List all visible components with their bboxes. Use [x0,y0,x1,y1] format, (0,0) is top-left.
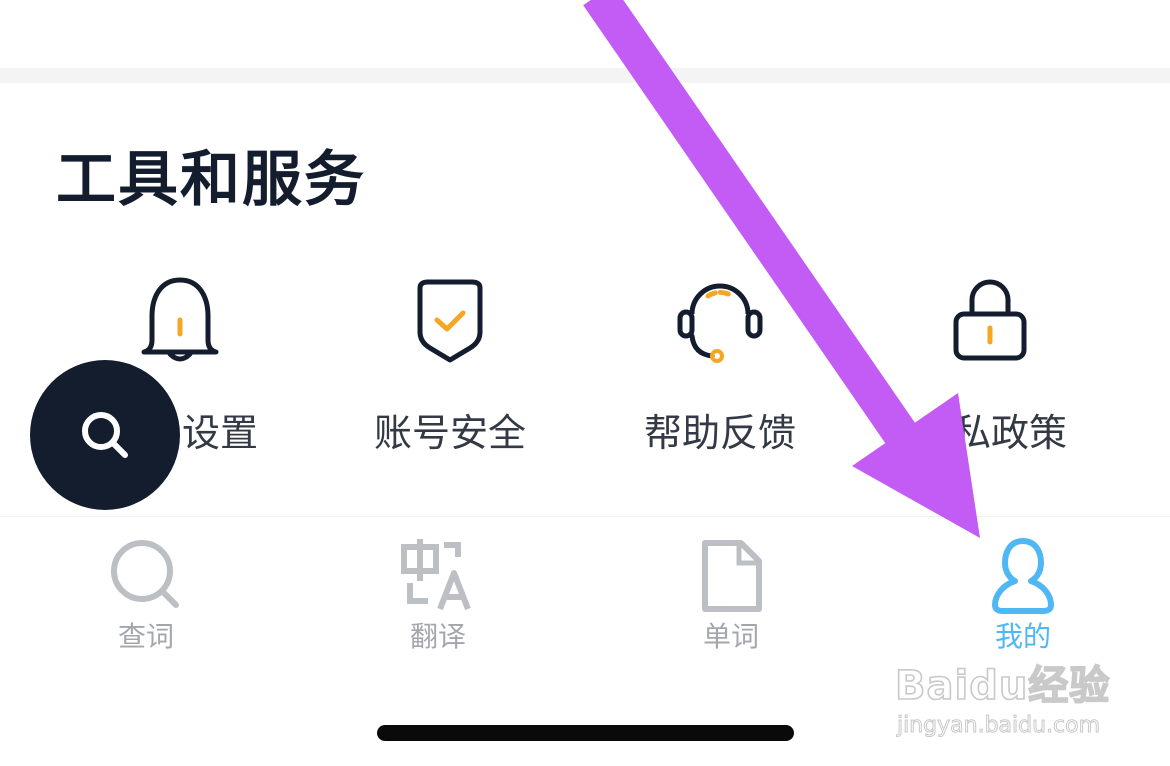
tab-label: 查词 [117,620,174,653]
top-blank-area [0,0,1170,68]
headset-icon [677,283,763,363]
document-icon [702,540,762,612]
watermark-url: jingyan.baidu.com [896,713,1101,739]
bell-icon [141,277,219,362]
tool-label: 私政策 [952,411,1067,455]
tab-label: 单词 [702,620,759,653]
tab-label: 翻译 [409,620,466,653]
tool-label: 帮助反馈 [643,411,796,455]
tab-words[interactable]: 单词 [585,517,877,667]
search-icon [111,540,179,608]
section-title: 工具和服务 [56,145,366,215]
tool-label: 账号安全 [373,411,526,455]
tool-account-security[interactable]: 账号安全 [330,270,570,470]
tab-mine[interactable]: 我的 [877,517,1169,667]
tool-help-feedback[interactable]: 帮助反馈 [600,270,840,470]
shield-check-icon [417,279,483,363]
tab-lookup[interactable]: 查词 [0,517,292,667]
tab-translate[interactable]: 翻译 [292,517,584,667]
home-indicator[interactable] [377,725,794,741]
section-divider [0,68,1170,83]
translate-icon [401,539,471,611]
watermark-logo: Baidu经验 [894,662,1111,710]
floating-search-button[interactable] [30,360,180,510]
user-icon [992,538,1054,614]
lock-icon [953,279,1027,361]
tab-label: 我的 [994,620,1051,653]
baidu-jingyan-watermark: Baidu经验 jingyan.baidu.com [894,660,1125,750]
tool-privacy-policy[interactable]: 私政策 [870,270,1110,470]
search-icon [82,412,128,458]
